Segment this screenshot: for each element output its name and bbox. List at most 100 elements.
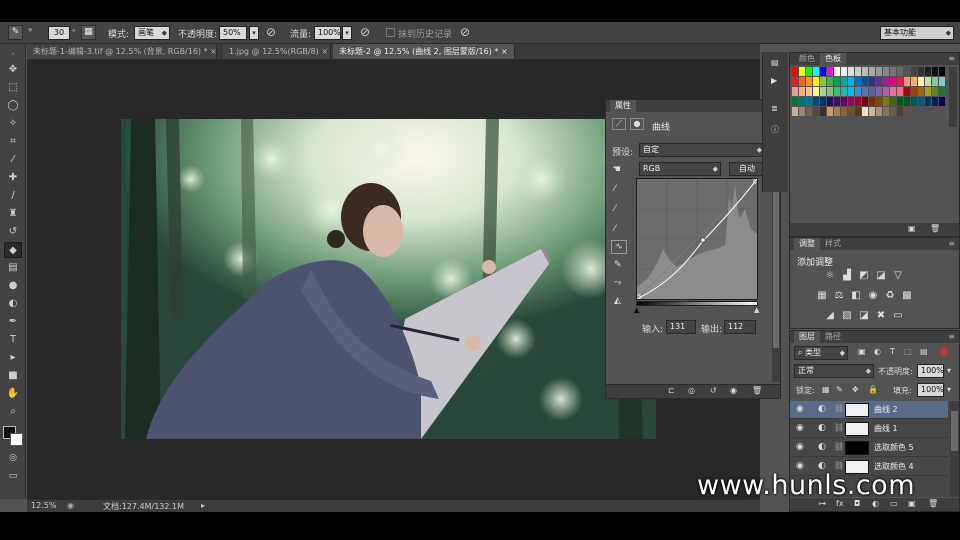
trash-icon[interactable]: 🗑 xyxy=(752,386,762,395)
color-swatch[interactable] xyxy=(890,97,896,106)
color-swatch[interactable] xyxy=(904,87,910,96)
color-swatch[interactable] xyxy=(890,107,896,116)
color-swatch[interactable] xyxy=(932,77,938,86)
color-swatch[interactable] xyxy=(869,97,875,106)
swatches-scrollbar[interactable] xyxy=(949,67,957,127)
panel-menu-icon[interactable]: ≡ xyxy=(948,331,955,343)
history-brush-tool-icon[interactable]: ↺ xyxy=(4,224,22,240)
color-swatch[interactable] xyxy=(862,97,868,106)
color-swatch[interactable] xyxy=(904,97,910,106)
invert-icon[interactable]: ◢ xyxy=(824,310,836,322)
eyedropper-gray-icon[interactable]: ⁄ xyxy=(614,204,616,214)
filter-smart-icon[interactable]: ▤ xyxy=(920,347,928,356)
color-swatch[interactable] xyxy=(806,107,812,116)
view-previous-icon[interactable]: ◎ xyxy=(688,386,695,395)
hand-tool-icon[interactable]: ✋ xyxy=(4,386,22,402)
zoom-tool-icon[interactable]: ⌕ xyxy=(4,404,22,420)
color-swatch[interactable] xyxy=(827,87,833,96)
color-swatch[interactable] xyxy=(820,107,826,116)
layer-row[interactable]: ◉ ◐ ⛓ 曲线 2 xyxy=(790,401,948,419)
color-swatch[interactable] xyxy=(834,107,840,116)
erase-to-history-checkbox[interactable] xyxy=(386,28,395,37)
color-swatch[interactable] xyxy=(911,67,917,76)
color-swatch[interactable] xyxy=(841,107,847,116)
lock-position-icon[interactable]: ✥ xyxy=(852,385,859,394)
color-swatch[interactable] xyxy=(792,67,798,76)
link-icon[interactable]: ⛓ xyxy=(834,423,844,432)
black-point-slider[interactable]: ▲ xyxy=(634,306,639,314)
curves-icon[interactable]: ◩ xyxy=(858,270,870,282)
output-value-field[interactable]: 112 xyxy=(724,320,756,334)
color-swatch[interactable] xyxy=(897,87,903,96)
quick-select-tool-icon[interactable]: ✧ xyxy=(4,116,22,132)
eye-icon[interactable]: ◉ xyxy=(796,442,804,452)
color-swatch[interactable] xyxy=(911,97,917,106)
layer-opacity-input[interactable]: 100% xyxy=(917,364,944,378)
eye-icon[interactable]: ◉ xyxy=(796,423,804,433)
color-swatch[interactable] xyxy=(834,67,840,76)
scrollbar-thumb[interactable] xyxy=(951,411,958,451)
reset-icon[interactable]: ↺ xyxy=(710,386,717,395)
color-swatch[interactable] xyxy=(806,97,812,106)
color-swatch[interactable] xyxy=(883,67,889,76)
mask-icon[interactable]: ● xyxy=(630,118,644,130)
color-swatch[interactable] xyxy=(841,97,847,106)
panel-menu-icon[interactable]: ≡ xyxy=(948,238,955,250)
color-swatch[interactable] xyxy=(890,77,896,86)
color-swatch[interactable] xyxy=(855,87,861,96)
eraser-tool-icon[interactable]: ✎ xyxy=(8,25,23,40)
color-swatch[interactable] xyxy=(911,87,917,96)
color-swatch[interactable] xyxy=(848,107,854,116)
collapse-arrows-icon[interactable]: » xyxy=(4,46,22,62)
eyedropper-white-icon[interactable]: ⁄ xyxy=(614,224,616,234)
color-swatch[interactable] xyxy=(876,77,882,86)
target-adjust-icon[interactable]: ☚ xyxy=(612,164,621,175)
color-swatch[interactable] xyxy=(792,107,798,116)
color-swatch[interactable] xyxy=(925,97,931,106)
layer-row[interactable]: ◉ ◐ ⛓ 曲线 1 xyxy=(790,420,948,438)
color-lookup-icon[interactable]: ▩ xyxy=(901,290,913,302)
curve-graph[interactable] xyxy=(635,178,759,300)
color-swatch[interactable] xyxy=(890,67,896,76)
lock-transparent-icon[interactable]: ▦ xyxy=(822,385,830,394)
color-swatch[interactable] xyxy=(813,67,819,76)
filter-pixel-icon[interactable]: ▣ xyxy=(858,347,866,356)
trash-icon[interactable]: 🗑 xyxy=(930,224,940,233)
white-point-slider[interactable]: ▲ xyxy=(754,306,759,314)
pen-tool-icon[interactable]: ✒ xyxy=(4,314,22,330)
filter-type-icon[interactable]: T xyxy=(890,347,895,356)
color-swatch[interactable] xyxy=(841,87,847,96)
color-swatch[interactable] xyxy=(827,97,833,106)
tab-document-2[interactable]: 1.jpg @ 12.5%(RGB/8) × xyxy=(223,44,331,59)
color-swatch[interactable] xyxy=(806,77,812,86)
color-swatch[interactable] xyxy=(869,67,875,76)
opacity-slider-toggle[interactable]: ▾ xyxy=(249,26,259,40)
color-swatch[interactable] xyxy=(834,97,840,106)
color-swatch[interactable] xyxy=(806,67,812,76)
layer-mask-thumbnail[interactable] xyxy=(845,422,869,436)
color-swatch[interactable] xyxy=(869,77,875,86)
layer-mask-thumbnail[interactable] xyxy=(845,403,869,417)
mode-select[interactable]: 画笔 ◆ xyxy=(134,26,170,40)
filter-adjustment-icon[interactable]: ◐ xyxy=(874,347,881,356)
new-swatch-icon[interactable]: ▣ xyxy=(908,224,916,233)
layer-filter-select[interactable]: ⌕ 类型 ◆ xyxy=(794,346,848,360)
brightness-contrast-icon[interactable]: ☼ xyxy=(824,270,836,282)
color-swatch[interactable] xyxy=(827,67,833,76)
color-swatch[interactable] xyxy=(897,77,903,86)
color-swatch[interactable] xyxy=(904,77,910,86)
quick-mask-icon[interactable]: ◎ xyxy=(4,450,22,466)
color-swatch[interactable] xyxy=(862,67,868,76)
color-swatch[interactable] xyxy=(869,107,875,116)
color-swatch[interactable] xyxy=(813,77,819,86)
color-swatch[interactable] xyxy=(841,67,847,76)
color-swatch[interactable] xyxy=(827,77,833,86)
color-swatch[interactable] xyxy=(925,77,931,86)
background-color-swatch[interactable] xyxy=(10,433,23,446)
color-swatch[interactable] xyxy=(855,77,861,86)
filter-shape-icon[interactable]: ⬚ xyxy=(904,347,912,356)
brush-tool-icon[interactable]: / xyxy=(4,188,22,204)
color-swatch[interactable] xyxy=(897,97,903,106)
lock-all-icon[interactable]: 🔒 xyxy=(868,385,878,394)
smooth-curve-icon[interactable]: ⤳ xyxy=(614,278,621,288)
